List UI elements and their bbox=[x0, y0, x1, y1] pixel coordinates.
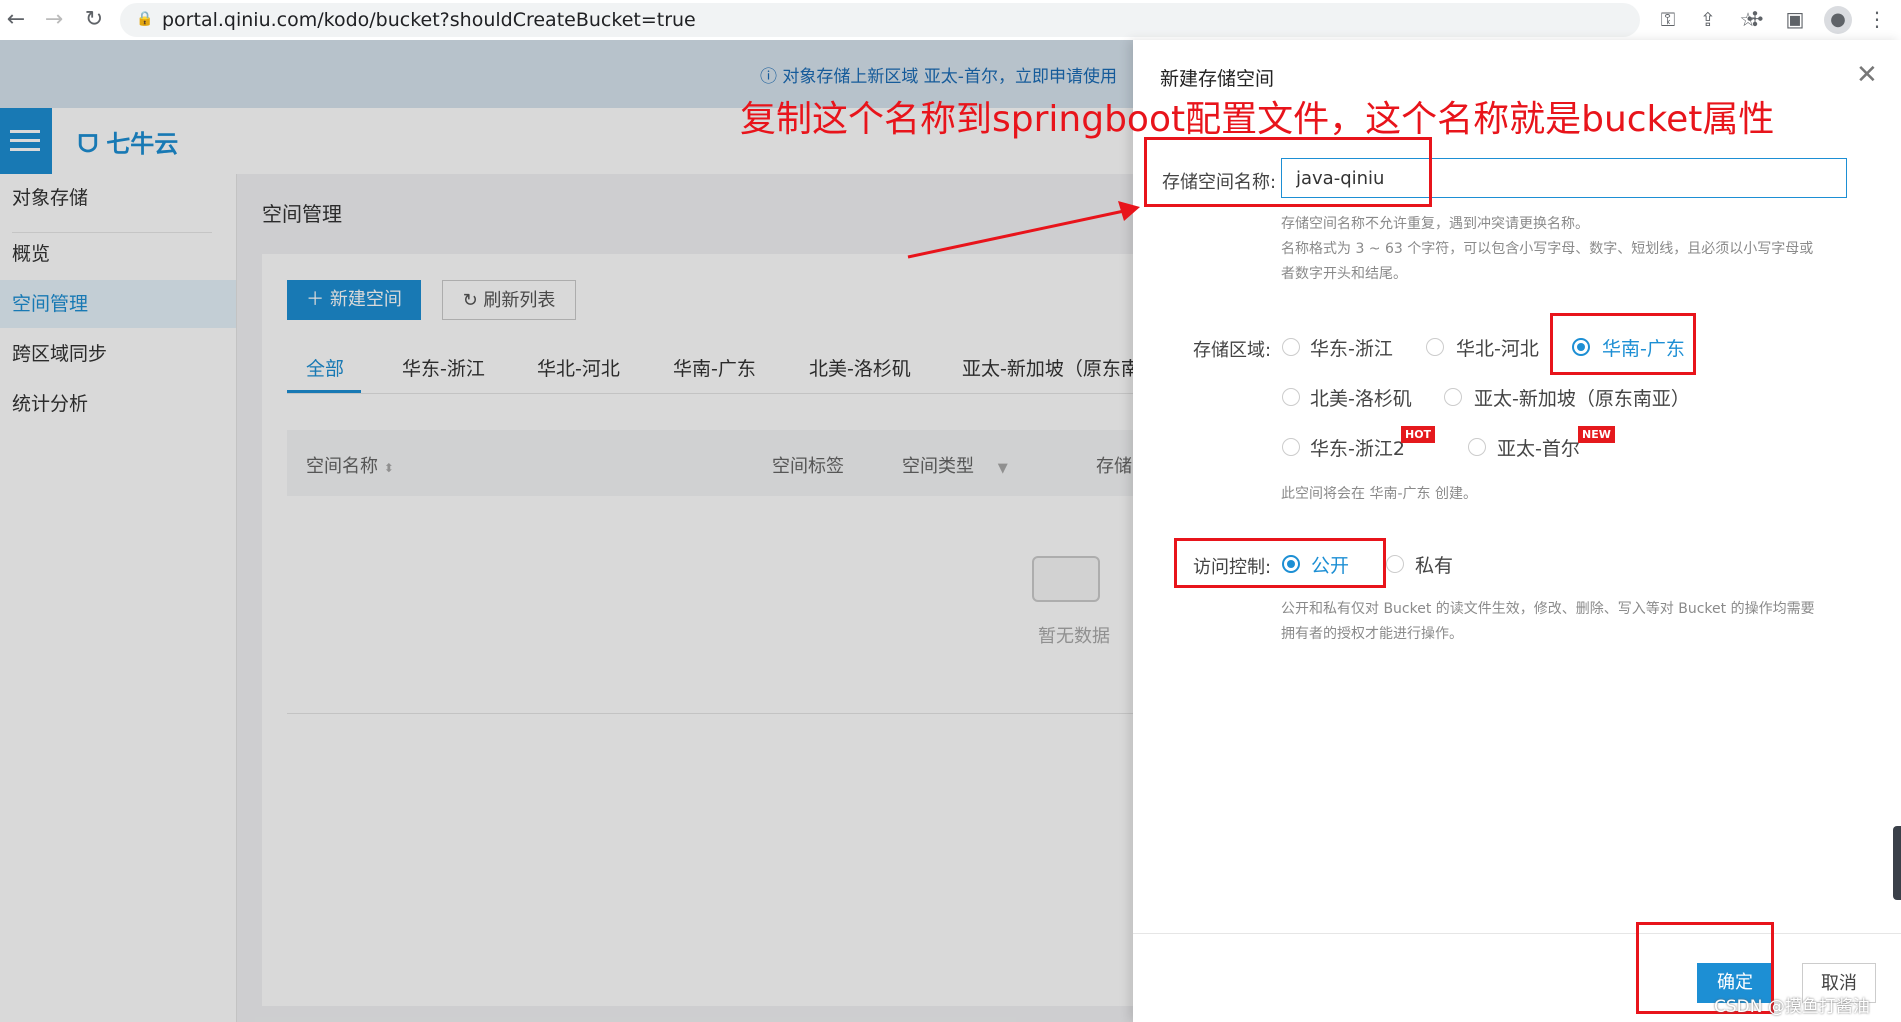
access-control-hint: 公开和私有仅对 Bucket 的读文件生效，修改、删除、写入等对 Bucket … bbox=[1281, 601, 1815, 642]
forward-icon[interactable]: → bbox=[40, 6, 68, 34]
region-radio-ap-singapore[interactable] bbox=[1444, 388, 1462, 406]
region-radio-east-zhejiang-2[interactable] bbox=[1282, 438, 1300, 456]
annotation-box-bucket-name bbox=[1144, 137, 1432, 207]
browser-toolbar: ← → ↻ 🔒 portal.qiniu.com/kodo/bucket?sho… bbox=[0, 0, 1901, 41]
drawer-footer-divider bbox=[1133, 933, 1901, 934]
share-icon[interactable]: ⇪ bbox=[1696, 9, 1720, 31]
new-badge: NEW bbox=[1578, 426, 1615, 443]
floating-side-tab[interactable] bbox=[1893, 826, 1901, 900]
region-option-ap-singapore[interactable]: 亚太-新加坡（原东南亚） bbox=[1474, 384, 1690, 411]
region-option-east-zhejiang[interactable]: 华东-浙江 bbox=[1310, 334, 1393, 361]
key-icon[interactable]: ⚿ bbox=[1656, 9, 1680, 31]
region-hint: 此空间将会在 华南-广东 创建。 bbox=[1281, 486, 1477, 502]
region-radio-east-zhejiang[interactable] bbox=[1282, 338, 1300, 356]
region-option-ap-seoul[interactable]: 亚太-首尔 bbox=[1497, 434, 1580, 461]
region-label: 存储区域: bbox=[1193, 340, 1272, 361]
region-radio-na-los-angeles[interactable] bbox=[1282, 388, 1300, 406]
address-bar[interactable]: 🔒 portal.qiniu.com/kodo/bucket?shouldCre… bbox=[120, 3, 1757, 37]
bucket-name-hint: 存储空间名称不允许重复，遇到冲突请更换名称。 名称格式为 3 ~ 63 个字符，… bbox=[1281, 216, 1814, 282]
modal-backdrop[interactable] bbox=[0, 40, 1133, 1022]
access-radio-private[interactable] bbox=[1386, 555, 1404, 573]
region-option-na-los-angeles[interactable]: 北美-洛杉矶 bbox=[1310, 384, 1412, 411]
reload-icon[interactable]: ↻ bbox=[80, 6, 108, 34]
region-radio-north-hebei[interactable] bbox=[1426, 338, 1444, 356]
extensions-icon[interactable]: ✣ bbox=[1742, 7, 1768, 31]
url-text[interactable]: portal.qiniu.com/kodo/bucket?shouldCreat… bbox=[162, 9, 696, 31]
close-icon[interactable]: ✕ bbox=[1856, 62, 1878, 88]
watermark: CSDN @摸鱼打酱油 bbox=[1714, 997, 1870, 1017]
annotation-box-region bbox=[1550, 313, 1696, 375]
side-panel-icon[interactable]: ▣ bbox=[1782, 7, 1808, 31]
back-icon[interactable]: ← bbox=[2, 6, 30, 34]
hot-badge: HOT bbox=[1401, 426, 1436, 443]
access-option-private[interactable]: 私有 bbox=[1415, 551, 1453, 578]
annotation-box-access bbox=[1174, 538, 1386, 588]
lock-icon: 🔒 bbox=[136, 11, 154, 27]
annotation-text: 复制这个名称到springboot配置文件，这个名称就是bucket属性 bbox=[740, 99, 1775, 140]
more-menu-icon[interactable]: ⋮ bbox=[1864, 7, 1890, 31]
profile-avatar-icon[interactable]: ● bbox=[1824, 6, 1852, 34]
drawer-title: 新建存储空间 bbox=[1160, 68, 1275, 90]
region-option-east-zhejiang-2[interactable]: 华东-浙江2 bbox=[1310, 434, 1405, 461]
region-radio-ap-seoul[interactable] bbox=[1468, 438, 1486, 456]
region-option-north-hebei[interactable]: 华北-河北 bbox=[1456, 334, 1539, 361]
annotation-arrow-icon bbox=[907, 201, 1140, 259]
